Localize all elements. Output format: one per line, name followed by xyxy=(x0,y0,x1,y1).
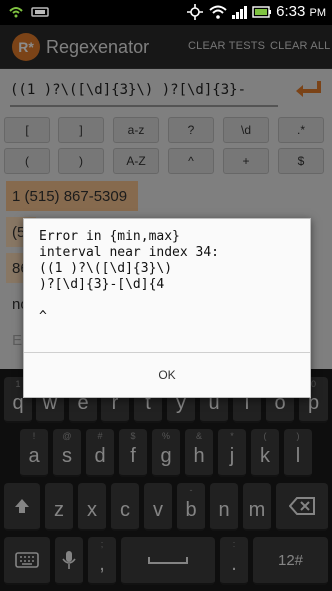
gps-icon xyxy=(186,4,204,20)
status-bar: 6:33 PM xyxy=(0,0,332,25)
error-message: Error in {min,max} interval near index 3… xyxy=(39,229,220,324)
wifi-icon xyxy=(208,4,228,20)
status-time: 6:33 PM xyxy=(276,3,326,20)
battery-icon xyxy=(252,4,272,20)
error-dialog: Error in {min,max} interval near index 3… xyxy=(23,218,311,398)
notification-icon xyxy=(8,4,24,20)
ok-button[interactable]: OK xyxy=(24,353,310,397)
usb-icon xyxy=(30,4,50,20)
signal-icon xyxy=(231,4,249,20)
